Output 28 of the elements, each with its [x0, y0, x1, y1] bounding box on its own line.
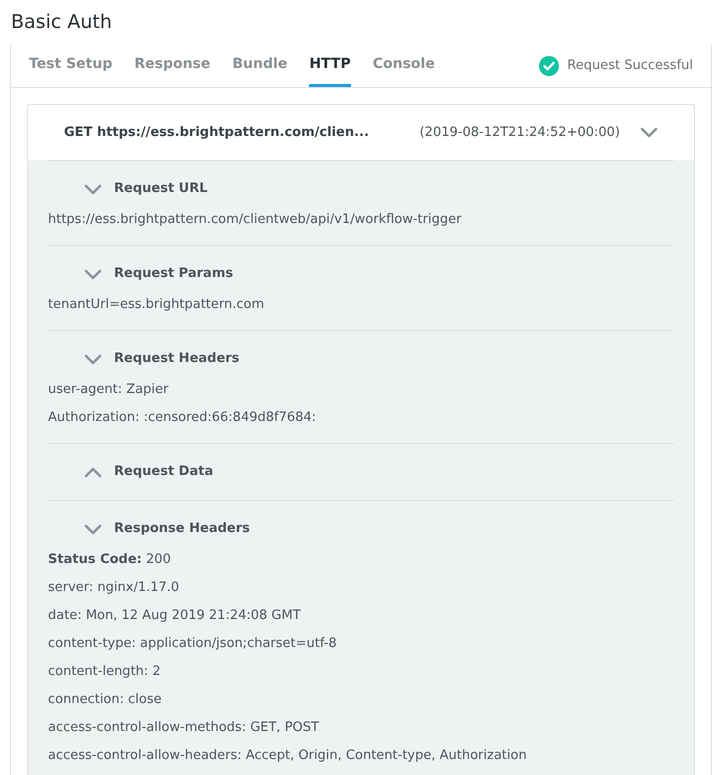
chevron-icon[interactable] [84, 184, 102, 194]
chevron-icon[interactable] [640, 127, 658, 138]
chevron-icon[interactable] [84, 268, 102, 280]
chevron-icon[interactable] [84, 524, 102, 534]
section-title[interactable]: Request Params [114, 264, 234, 284]
detail-line: Authorization: :censored:66:849d8f7684: [48, 409, 316, 428]
section-title[interactable]: Response Headers [114, 519, 250, 539]
detail-line: user-agent: Zapier [48, 381, 168, 400]
detail-line: Status Code: 200 [48, 551, 171, 570]
request-timestamp: (2019-08-12T21:24:52+00:00) [420, 124, 620, 142]
chevron-icon[interactable] [84, 354, 102, 364]
section-title[interactable]: Request Headers [114, 349, 240, 369]
detail-line: connection: close [48, 691, 162, 710]
tab[interactable]: HTTP [309, 44, 351, 87]
page-title: Basic Auth [11, 10, 112, 35]
detail-line: https://ess.brightpattern.com/clientweb/api/v1/workflow-trigger [48, 211, 462, 230]
detail-line: access-control-allow-methods: GET, POST [48, 719, 319, 738]
detail-line: tenantUrl=ess.brightpattern.com [48, 296, 264, 314]
detail-line: access-control-allow-headers: Accept, Origin, Content-type, Authorization [48, 747, 527, 766]
detail-line: content-type: application/json;charset=utf-8 [48, 635, 337, 654]
request-summary: GET https://ess.brightpattern.com/clien... [64, 124, 369, 142]
detail-line: date: Mon, 12 Aug 2019 21:24:08 GMT [48, 607, 301, 626]
status-text: Request Successful [567, 56, 693, 75]
detail-line: server: nginx/1.17.0 [48, 579, 180, 598]
chevron-icon[interactable] [84, 466, 102, 478]
detail-line: content-length: 2 [48, 663, 161, 682]
section-title[interactable]: Request URL [114, 179, 208, 199]
section-title[interactable]: Request Data [114, 462, 214, 482]
